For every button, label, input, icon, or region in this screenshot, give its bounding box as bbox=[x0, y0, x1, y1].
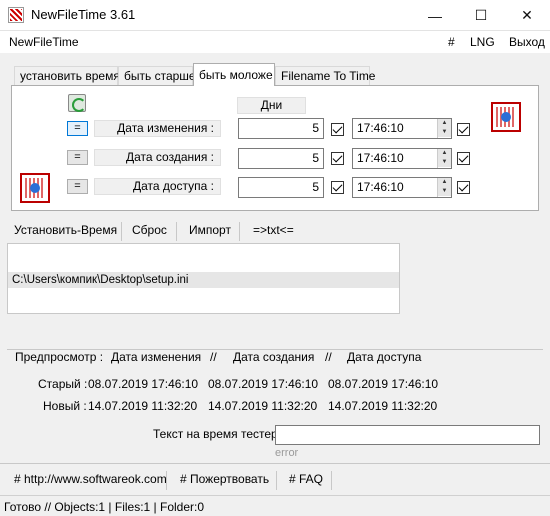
modified-days-checkbox[interactable] bbox=[331, 123, 344, 136]
separator bbox=[239, 222, 240, 241]
separator bbox=[331, 471, 332, 490]
maximize-button[interactable]: ☐ bbox=[458, 0, 504, 31]
set-time-button[interactable]: Установить-Время bbox=[14, 223, 117, 237]
tab-older[interactable]: быть старше bbox=[118, 66, 196, 85]
donate-link[interactable]: # Пожертвовать bbox=[180, 472, 269, 486]
preview-modified-header: Дата изменения bbox=[111, 350, 202, 364]
preview-sep: // bbox=[210, 350, 217, 364]
minimize-button[interactable]: — bbox=[412, 0, 458, 31]
modified-days-input[interactable]: 5 bbox=[238, 118, 324, 139]
created-time-input[interactable]: 17:46:10 ▲ ▼ bbox=[352, 148, 452, 169]
new-accessed-value: 14.07.2019 11:32:20 bbox=[328, 399, 438, 413]
time-spinner[interactable]: ▲ ▼ bbox=[437, 178, 451, 197]
tab-filename-to-time[interactable]: Filename To Time bbox=[275, 66, 375, 85]
tab-set-time[interactable]: установить время bbox=[14, 66, 120, 85]
created-days-checkbox[interactable] bbox=[331, 152, 344, 165]
accessed-date-label: Дата доступа : bbox=[94, 178, 221, 195]
old-label: Старый : bbox=[38, 377, 88, 391]
preview-label: Предпросмотр : bbox=[15, 350, 104, 364]
old-accessed-value: 08.07.2019 17:46:10 bbox=[328, 377, 439, 391]
preview-sep: // bbox=[325, 350, 332, 364]
divider bbox=[0, 463, 550, 464]
created-time-checkbox[interactable] bbox=[457, 152, 470, 165]
import-button[interactable]: Импорт bbox=[189, 223, 231, 237]
old-created-value: 08.07.2019 17:46:10 bbox=[208, 377, 319, 391]
separator bbox=[176, 222, 177, 241]
preview-accessed-header: Дата доступа bbox=[347, 350, 422, 364]
created-time-value: 17:46:10 bbox=[357, 151, 404, 165]
equal-button[interactable]: = bbox=[67, 150, 88, 165]
created-days-input[interactable]: 5 bbox=[238, 148, 324, 169]
separator bbox=[276, 471, 277, 490]
time-spinner[interactable]: ▲ ▼ bbox=[437, 149, 451, 168]
accessed-time-checkbox[interactable] bbox=[457, 181, 470, 194]
modified-time-input[interactable]: 17:46:10 ▲ ▼ bbox=[352, 118, 452, 139]
separator bbox=[166, 471, 167, 490]
new-modified-value: 14.07.2019 11:32:20 bbox=[88, 399, 198, 413]
equal-button[interactable]: = bbox=[67, 121, 88, 136]
menu-language[interactable]: LNG bbox=[470, 35, 495, 49]
menu-hash[interactable]: # bbox=[448, 35, 455, 49]
days-header: Дни bbox=[237, 97, 306, 114]
accessed-days-checkbox[interactable] bbox=[331, 181, 344, 194]
close-button[interactable]: ✕ bbox=[504, 0, 550, 31]
new-created-value: 14.07.2019 11:32:20 bbox=[208, 399, 318, 413]
txt-export-button[interactable]: =>txt<= bbox=[253, 223, 294, 237]
modified-date-label: Дата изменения : bbox=[94, 120, 221, 137]
separator bbox=[121, 222, 122, 241]
reset-button[interactable]: Сброс bbox=[132, 223, 167, 237]
faq-link[interactable]: # FAQ bbox=[289, 472, 323, 486]
clock-calendar-icon[interactable] bbox=[491, 102, 521, 132]
website-link[interactable]: # http://www.softwareok.com bbox=[14, 472, 167, 486]
equal-button[interactable]: = bbox=[67, 179, 88, 194]
preview-created-header: Дата создания bbox=[233, 350, 315, 364]
list-item[interactable]: C:\Users\компик\Desktop\setup.ini bbox=[8, 272, 399, 288]
menu-app[interactable]: NewFileTime bbox=[9, 35, 79, 49]
accessed-days-input[interactable]: 5 bbox=[238, 177, 324, 198]
status-bar: Готово // Objects:1 | Files:1 | Folder:0 bbox=[0, 495, 550, 516]
tester-label: Текст на время тестер bbox=[153, 427, 278, 441]
window-title: NewFileTime 3.61 bbox=[31, 7, 136, 22]
file-list[interactable]: C:\Users\компик\Desktop\setup.ini bbox=[7, 243, 400, 314]
title-bar: NewFileTime 3.61 — ☐ ✕ bbox=[0, 0, 550, 31]
menu-exit[interactable]: Выход bbox=[509, 35, 545, 49]
modified-time-checkbox[interactable] bbox=[457, 123, 470, 136]
modified-time-value: 17:46:10 bbox=[357, 121, 404, 135]
time-spinner[interactable]: ▲ ▼ bbox=[437, 119, 451, 138]
menu-bar: NewFileTime # LNG Выход bbox=[0, 31, 550, 53]
clock-calendar-icon[interactable] bbox=[20, 173, 50, 203]
new-label: Новый : bbox=[43, 399, 87, 413]
tester-input[interactable] bbox=[275, 425, 540, 445]
accessed-time-value: 17:46:10 bbox=[357, 180, 404, 194]
tester-error: error bbox=[275, 447, 299, 459]
tab-younger[interactable]: быть моложе bbox=[193, 63, 275, 86]
app-icon bbox=[8, 7, 24, 23]
refresh-icon[interactable] bbox=[68, 94, 86, 112]
old-modified-value: 08.07.2019 17:46:10 bbox=[88, 377, 199, 391]
created-date-label: Дата создания : bbox=[94, 149, 221, 166]
accessed-time-input[interactable]: 17:46:10 ▲ ▼ bbox=[352, 177, 452, 198]
